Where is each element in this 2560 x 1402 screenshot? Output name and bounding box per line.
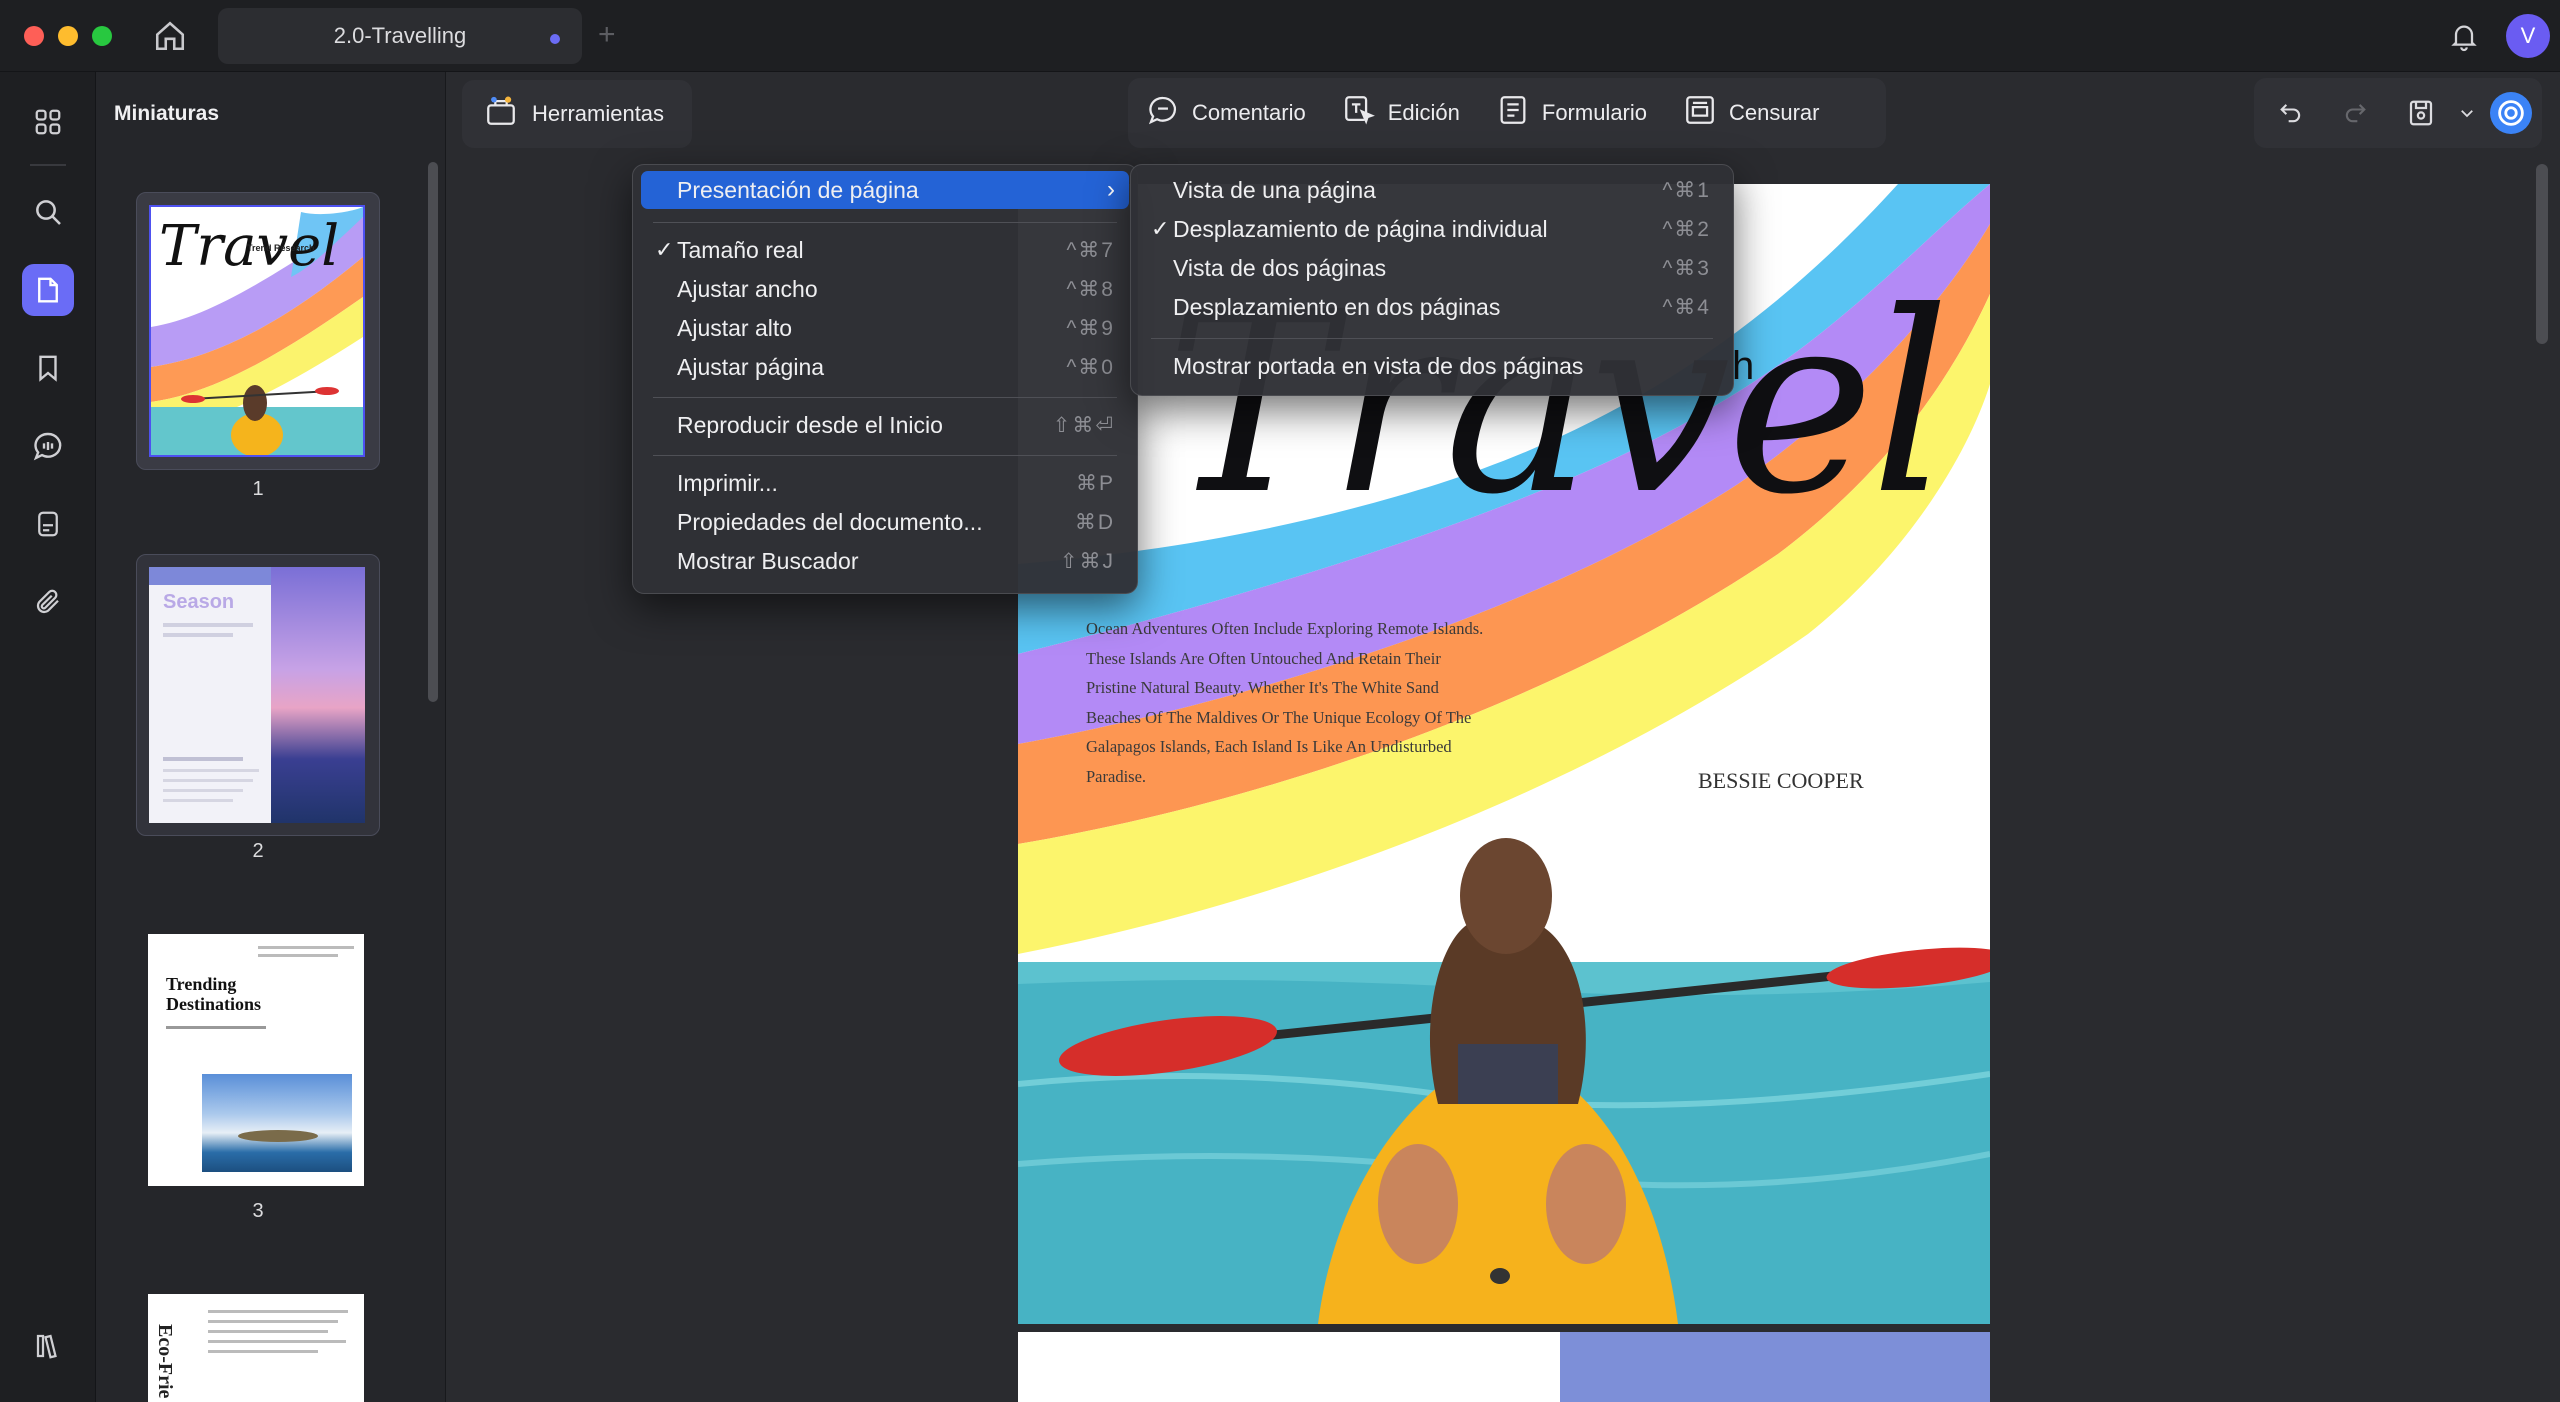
main-toolbar: Herramientas Comentario Edición Formular… <box>446 72 2560 154</box>
cover-author: BESSIE COOPER <box>1698 768 1864 793</box>
save-options-chevron-icon[interactable] <box>2450 96 2484 130</box>
redact-button[interactable]: Censurar <box>1665 78 1837 148</box>
menu-divider <box>653 222 1117 223</box>
submenu-item-show-cover[interactable]: Mostrar portada en vista de dos páginas <box>1139 347 1725 385</box>
view-menu: Presentación de página › ✓ Tamaño real ^… <box>632 164 1138 594</box>
save-icon[interactable] <box>2404 96 2438 130</box>
page-2-image-block <box>1560 1332 1990 1402</box>
menu-item-fit-height[interactable]: Ajustar alto ^⌘9 <box>641 309 1129 347</box>
search-icon[interactable] <box>22 186 74 238</box>
home-icon[interactable] <box>150 16 190 56</box>
new-tab-icon[interactable]: + <box>598 18 616 52</box>
comment-icon <box>1146 93 1180 133</box>
rail-divider <box>30 164 66 166</box>
submenu-item-two-page-scroll[interactable]: Desplazamiento en dos páginas ^⌘4 <box>1139 288 1725 326</box>
bookmark-icon[interactable] <box>22 342 74 394</box>
menu-divider <box>653 455 1117 456</box>
thumbnail-image-3: Trending Destinations <box>148 934 364 1186</box>
left-icon-rail <box>0 72 96 1402</box>
thumbnail-image-4: Eco-Frie <box>148 1294 364 1402</box>
redo-icon[interactable] <box>2338 96 2372 130</box>
thumbnail-page-2[interactable]: Season <box>136 554 380 836</box>
unsaved-indicator <box>550 34 560 44</box>
redact-icon <box>1683 93 1717 133</box>
menu-item-show-finder[interactable]: Mostrar Buscador ⇧⌘J <box>641 542 1129 580</box>
document-tab[interactable]: 2.0-Travelling <box>218 8 582 64</box>
thumbnail-image-2: Season <box>149 567 365 823</box>
menu-item-document-properties[interactable]: Propiedades del documento... ⌘D <box>641 503 1129 541</box>
document-page-2 <box>1018 1332 1990 1402</box>
user-avatar[interactable]: V <box>2506 14 2550 58</box>
mode-group: Comentario Edición Formulario Censurar <box>1128 78 1886 148</box>
comment-label: Comentario <box>1192 100 1306 125</box>
redact-label: Censurar <box>1729 100 1820 125</box>
thumbnail-2-title: Season <box>163 591 235 613</box>
form-button[interactable]: Formulario <box>1478 78 1665 148</box>
menu-divider <box>653 397 1117 398</box>
submenu-item-two-pages[interactable]: Vista de dos páginas ^⌘3 <box>1139 249 1725 287</box>
form-label: Formulario <box>1541 100 1648 125</box>
grid-apps-icon[interactable] <box>22 96 74 148</box>
page-layout-submenu: Vista de una página ^⌘1 ✓ Desplazamiento… <box>1130 164 1734 396</box>
menu-item-page-layout[interactable]: Presentación de página › <box>641 171 1129 209</box>
thumbnail-number-1: 1 <box>252 478 264 500</box>
title-bar: 2.0-Travelling + V <box>0 0 2560 72</box>
menu-item-print[interactable]: Imprimir... ⌘P <box>641 464 1129 502</box>
submenu-item-single-page[interactable]: Vista de una página ^⌘1 <box>1139 171 1725 209</box>
tools-label: Herramientas <box>532 101 665 126</box>
maximize-window-button[interactable] <box>92 26 112 46</box>
document-tab-title: 2.0-Travelling <box>333 23 467 48</box>
submenu-item-single-page-scroll[interactable]: ✓ Desplazamiento de página individual ^⌘… <box>1139 210 1725 248</box>
thumbnail-number-2: 2 <box>252 840 264 862</box>
thumbnails-panel: Miniaturas Travel Trend Research 1 Seaso… <box>96 72 446 1402</box>
form-icon <box>1496 93 1530 133</box>
edit-icon <box>1342 93 1376 133</box>
thumbnail-page-1[interactable]: Travel Trend Research <box>136 192 380 470</box>
library-icon[interactable] <box>22 1320 74 1372</box>
comments-icon[interactable] <box>22 420 74 472</box>
menu-divider <box>1151 338 1713 339</box>
close-window-button[interactable] <box>24 26 44 46</box>
panel-title: Miniaturas <box>114 102 220 125</box>
menu-item-fit-page[interactable]: Ajustar página ^⌘0 <box>641 348 1129 386</box>
thumbnails-icon[interactable] <box>22 264 74 316</box>
menu-item-actual-size[interactable]: ✓ Tamaño real ^⌘7 <box>641 231 1129 269</box>
paperclip-icon[interactable] <box>22 576 74 628</box>
document-scrollbar[interactable] <box>2536 164 2548 344</box>
edit-label: Edición <box>1387 100 1460 125</box>
menu-item-play-from-start[interactable]: Reproducir desde el Inicio ⇧⌘⏎ <box>641 406 1129 444</box>
thumbnail-number-3: 3 <box>252 1200 264 1222</box>
thumbnail-page-4[interactable]: Eco-Frie <box>136 1282 380 1402</box>
thumbnail-3-title: Trending Destinations <box>166 974 262 1014</box>
ai-assistant-icon[interactable] <box>2490 92 2532 134</box>
checkmark-icon: ✓ <box>1151 216 1170 241</box>
thumbnails-scrollbar[interactable] <box>428 162 438 702</box>
attachments-panel-icon[interactable] <box>22 498 74 550</box>
checkmark-icon: ✓ <box>655 237 674 262</box>
notification-bell-icon[interactable] <box>2444 16 2484 56</box>
cover-body-text: Ocean Adventures Often Include Exploring… <box>1086 619 1484 786</box>
thumbnail-page-3[interactable]: Trending Destinations <box>136 922 380 1198</box>
comment-button[interactable]: Comentario <box>1128 78 1324 148</box>
submenu-chevron-icon: › <box>1107 176 1115 203</box>
thumbnail-4-title: Eco-Frie <box>154 1324 176 1399</box>
tools-icon <box>484 94 518 134</box>
tools-button[interactable]: Herramientas <box>462 80 692 148</box>
edit-button[interactable]: Edición <box>1324 78 1478 148</box>
undo-icon[interactable] <box>2274 96 2308 130</box>
thumbnail-1-subtitle: Trend Research <box>247 243 315 253</box>
thumbnail-image-1: Travel Trend Research <box>149 205 365 457</box>
menu-item-fit-width[interactable]: Ajustar ancho ^⌘8 <box>641 270 1129 308</box>
cover-heading-fragment: h <box>1732 344 1755 388</box>
minimize-window-button[interactable] <box>58 26 78 46</box>
